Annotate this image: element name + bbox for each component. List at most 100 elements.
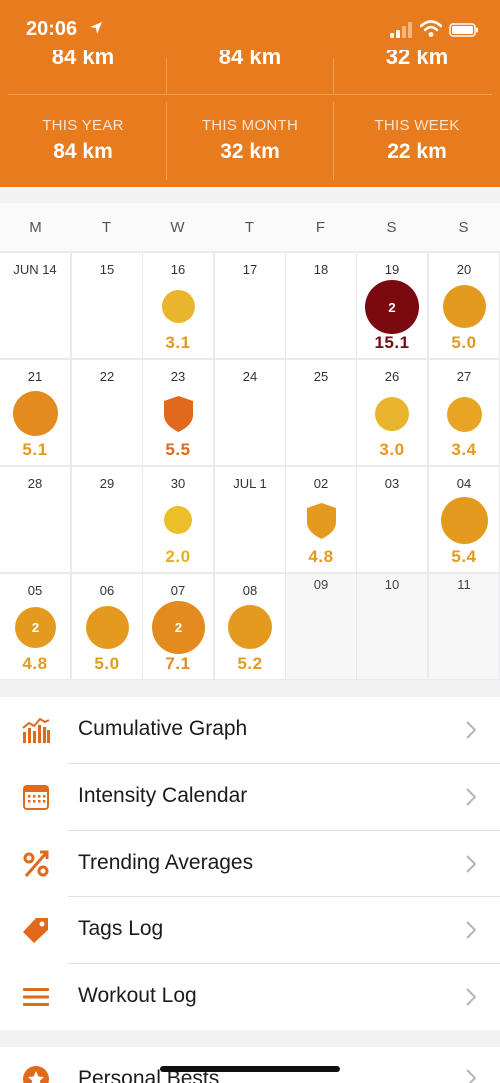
battery-icon [449,23,478,37]
calendar-day[interactable]: 06 5.0 [72,574,142,679]
calendar-day[interactable]: 29 [72,467,142,572]
activity-dot [447,397,482,432]
calendar-day[interactable]: 03 [357,467,427,572]
menu-item-trending-averages[interactable]: Trending Averages [0,831,500,897]
calendar-day[interactable]: 17 [215,253,285,358]
stat-this-year[interactable]: THIS YEAR 84 km [0,117,166,164]
activity-dot [375,397,409,431]
day-distance: 5.5 [165,440,191,459]
menu-item-workout-log[interactable]: Workout Log [0,964,500,1030]
calendar-day[interactable]: 23 5.5 [143,360,213,465]
wifi-icon [420,20,442,37]
calendar-day[interactable]: 24 [215,360,285,465]
day-distance: 5.0 [94,654,120,673]
stat-value: 22 km [387,140,447,163]
day-number: 04 [456,476,472,491]
day-number: 08 [242,583,258,598]
menu-list-secondary: Personal Bests [0,1047,500,1083]
calendar-day[interactable]: 08 5.2 [215,574,285,679]
menu-label: Intensity Calendar [78,784,248,807]
shield-icon [164,396,193,432]
stats-header: 20:06 84 km 84 km 32 km THIS YEAR 84 km … [0,0,500,187]
activity-dot: 2 [365,280,419,334]
day-distance: 2.0 [165,547,191,566]
calendar-day[interactable]: 11 [429,574,499,679]
calendar-day[interactable]: 04 5.4 [429,467,499,572]
day-number: 17 [242,262,258,277]
calendar-day[interactable]: 21 5.1 [0,360,70,465]
calendar-icon [23,785,49,810]
calendar-day[interactable]: 20 5.0 [429,253,499,358]
calendar-day[interactable]: 27 3.4 [429,360,499,465]
day-number: 05 [27,583,43,598]
calendar-day[interactable]: 07 2 7.1 [143,574,213,679]
screen: 20:06 84 km 84 km 32 km THIS YEAR 84 km … [0,0,500,1083]
menu-item-tags-log[interactable]: Tags Log [0,897,500,963]
day-number: 06 [99,583,115,598]
day-number: 11 [457,577,471,592]
day-distance: 4.8 [308,547,334,566]
stat-partial: 32 km [385,50,449,69]
menu-item-intensity-calendar[interactable]: Intensity Calendar [0,764,500,830]
calendar-day[interactable]: 18 [286,253,356,358]
menu-item-cumulative-graph[interactable]: Cumulative Graph [0,697,500,763]
shield-icon [307,503,336,539]
weekday-label: T [244,219,255,236]
day-distance: 7.1 [165,654,191,673]
chevron-right-icon [466,988,476,1006]
chevron-right-icon [466,855,476,873]
day-distance: 4.8 [22,654,48,673]
calendar-day[interactable]: 19 2 15.1 [357,253,427,358]
day-number: 20 [456,262,472,277]
day-distance: 15.1 [374,333,410,352]
day-number: 07 [170,583,186,598]
day-number: 15 [99,262,115,277]
signal-icon [390,22,412,38]
calendar-day[interactable]: 25 [286,360,356,465]
star-icon [23,1066,49,1083]
day-number: 21 [27,369,43,384]
calendar: M T W T F S S JUN 14 15 16 3.1 17 18 19 … [0,203,500,680]
activity-dot [164,506,192,534]
calendar-day[interactable]: 02 4.8 [286,467,356,572]
day-number: 28 [27,476,43,491]
calendar-day[interactable]: 26 3.0 [357,360,427,465]
calendar-day[interactable]: 30 2.0 [143,467,213,572]
stat-this-week[interactable]: THIS WEEK 22 km [334,117,500,164]
calendar-day[interactable]: 15 [72,253,142,358]
day-number: 16 [170,262,186,277]
day-number: 25 [313,369,329,384]
day-number: 19 [384,262,400,277]
calendar-day[interactable]: 10 [357,574,427,679]
bar-chart-icon [22,717,50,743]
day-distance: 3.4 [451,440,477,459]
calendar-day[interactable]: 09 [286,574,356,679]
calendar-day[interactable]: 22 [72,360,142,465]
calendar-day[interactable]: 28 [0,467,70,572]
chevron-right-icon [466,788,476,806]
weekday-label: W [170,219,185,236]
activity-dot [441,497,488,544]
calendar-day[interactable]: 16 3.1 [143,253,213,358]
divider [166,58,167,94]
day-distance: 5.4 [451,547,477,566]
activity-dot [86,606,129,649]
calendar-day[interactable]: JUN 14 [0,253,70,358]
day-number: 02 [313,476,329,491]
percent-icon [23,850,49,877]
menu-label: Trending Averages [78,851,254,874]
menu-label: Workout Log [78,984,197,1007]
day-number: 23 [170,369,186,384]
calendar-day[interactable]: 05 2 4.8 [0,574,70,679]
menu-list: Cumulative Graph Intensity Calendar Tren… [0,697,500,1030]
day-distance: 5.2 [237,654,263,673]
weekday-label: S [386,219,397,236]
home-indicator[interactable] [160,1066,340,1072]
day-number: 24 [242,369,258,384]
stat-this-month[interactable]: THIS MONTH 32 km [167,117,333,164]
calendar-day[interactable]: JUL 1 [215,467,285,572]
stat-value: 84 km [53,140,113,163]
day-distance: 3.0 [379,440,405,459]
activity-dot [162,290,195,323]
menu-item-personal-bests[interactable]: Personal Bests [0,1047,500,1083]
